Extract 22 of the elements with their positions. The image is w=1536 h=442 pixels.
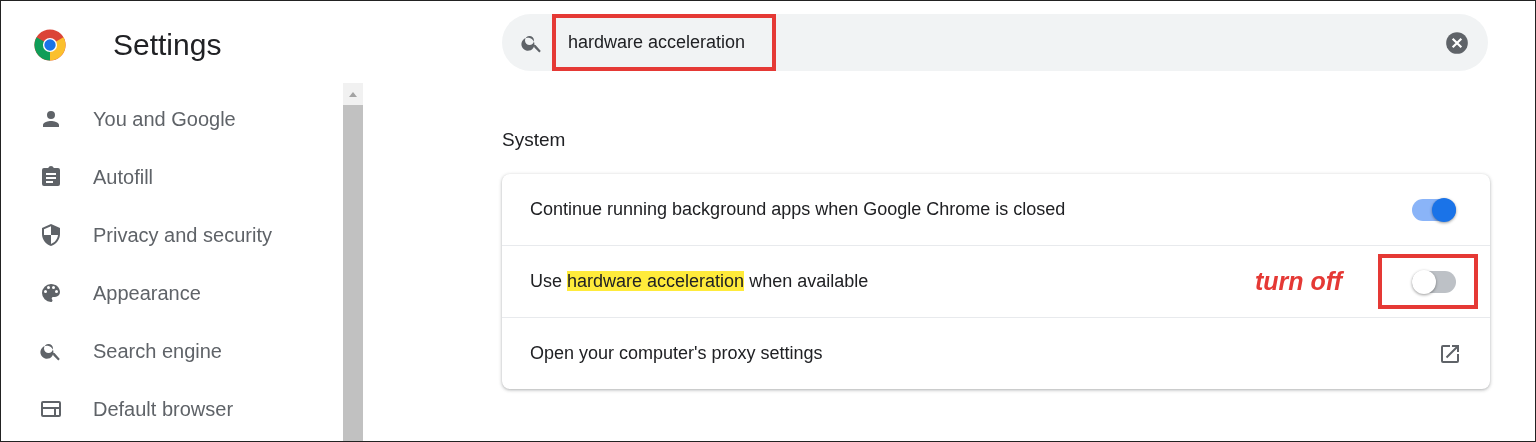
clear-icon[interactable] bbox=[1444, 29, 1470, 56]
section-title: System bbox=[502, 129, 567, 151]
toggle-switch[interactable] bbox=[1412, 198, 1456, 221]
page-title: Settings bbox=[113, 28, 222, 62]
sidebar-item[interactable]: Default browser bbox=[1, 380, 343, 438]
sidebar-item[interactable]: Appearance bbox=[1, 264, 343, 322]
setting-label: Use hardware acceleration when available bbox=[530, 271, 870, 292]
palette-icon bbox=[39, 281, 63, 305]
search-field[interactable]: hardware acceleration bbox=[502, 14, 1488, 71]
sidebar-item[interactable]: Autofill bbox=[1, 148, 343, 206]
sidebar-item[interactable]: Search engine bbox=[1, 322, 343, 380]
setting-label: Open your computer's proxy settings bbox=[530, 343, 824, 364]
scrollbar[interactable] bbox=[343, 83, 363, 441]
shield-icon bbox=[39, 223, 63, 247]
chrome-logo-icon bbox=[33, 28, 67, 62]
sidebar-item[interactable]: You and Google bbox=[1, 90, 343, 148]
search-input[interactable]: hardware acceleration bbox=[568, 32, 768, 53]
annotation-text: turn off bbox=[1255, 267, 1342, 296]
clipboard-icon bbox=[39, 165, 63, 189]
toggle-switch[interactable] bbox=[1412, 270, 1456, 293]
sidebar-item[interactable]: Privacy and security bbox=[1, 206, 343, 264]
setting-label: Continue running background apps when Google Chrome is closed bbox=[530, 199, 1067, 220]
